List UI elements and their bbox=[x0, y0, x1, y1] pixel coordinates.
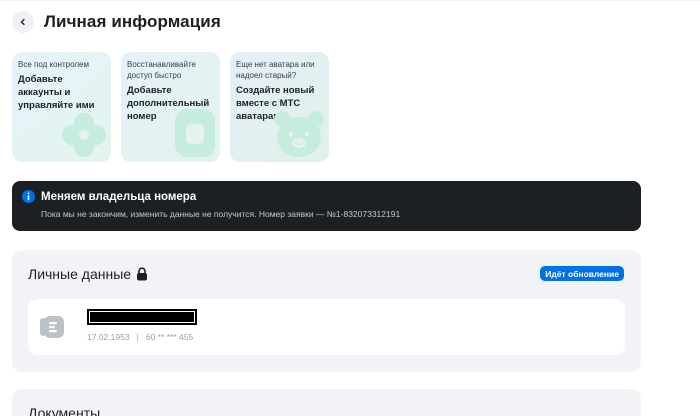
banner-text: Пока мы не закончим, изменить данные не … bbox=[41, 209, 401, 219]
flower-icon bbox=[62, 113, 106, 157]
back-button[interactable] bbox=[12, 11, 34, 33]
page-header: Личная информация bbox=[12, 11, 221, 33]
promo-card-caption: Все под контролем bbox=[18, 60, 89, 69]
details-separator: | bbox=[136, 332, 139, 342]
promo-card-text: Добавьте аккаунты и управляйте ими bbox=[18, 74, 95, 111]
documents-section: Документы bbox=[12, 389, 641, 416]
personal-data-section: Личные данные Идёт обновление 17.02.1953… bbox=[12, 250, 641, 372]
promo-card-caption: Восстанавливайте доступ быстро bbox=[127, 60, 196, 80]
info-icon bbox=[22, 190, 35, 203]
promo-card-caption: Еще нет аватара или надоел старый? bbox=[236, 60, 315, 80]
chevron-left-icon bbox=[20, 18, 25, 26]
promo-card-avatar[interactable]: Еще нет аватара или надоел старый? Созда… bbox=[230, 52, 329, 162]
top-divider bbox=[0, 0, 700, 1]
banner-title: Меняем владельца номера bbox=[41, 190, 197, 203]
promo-card-extra-number[interactable]: Восстанавливайте доступ быстро Добавьте … bbox=[121, 52, 220, 162]
page-title: Личная информация bbox=[44, 12, 221, 31]
lock-icon bbox=[136, 267, 148, 281]
passport-number: 60 ** *** 455 bbox=[145, 332, 194, 342]
section-title: Личные данные bbox=[28, 266, 132, 282]
redacted-name bbox=[87, 309, 197, 325]
section-title: Документы bbox=[28, 405, 101, 416]
passport-icon bbox=[40, 316, 64, 338]
status-badge: Идёт обновление bbox=[540, 266, 624, 281]
sim-card-icon bbox=[175, 109, 215, 157]
bear-icon bbox=[274, 111, 324, 157]
document-details: 17.02.1953 | 60 ** *** 455 bbox=[87, 332, 193, 342]
promo-card-accounts[interactable]: Все под контролем Добавьте аккаунты и уп… bbox=[12, 52, 111, 162]
passport-card[interactable]: 17.02.1953 | 60 ** *** 455 bbox=[28, 299, 625, 355]
birth-date: 17.02.1953 bbox=[87, 332, 130, 342]
owner-change-banner: Меняем владельца номера Пока мы не закон… bbox=[12, 181, 641, 231]
promo-cards: Все под контролем Добавьте аккаунты и уп… bbox=[12, 52, 329, 162]
